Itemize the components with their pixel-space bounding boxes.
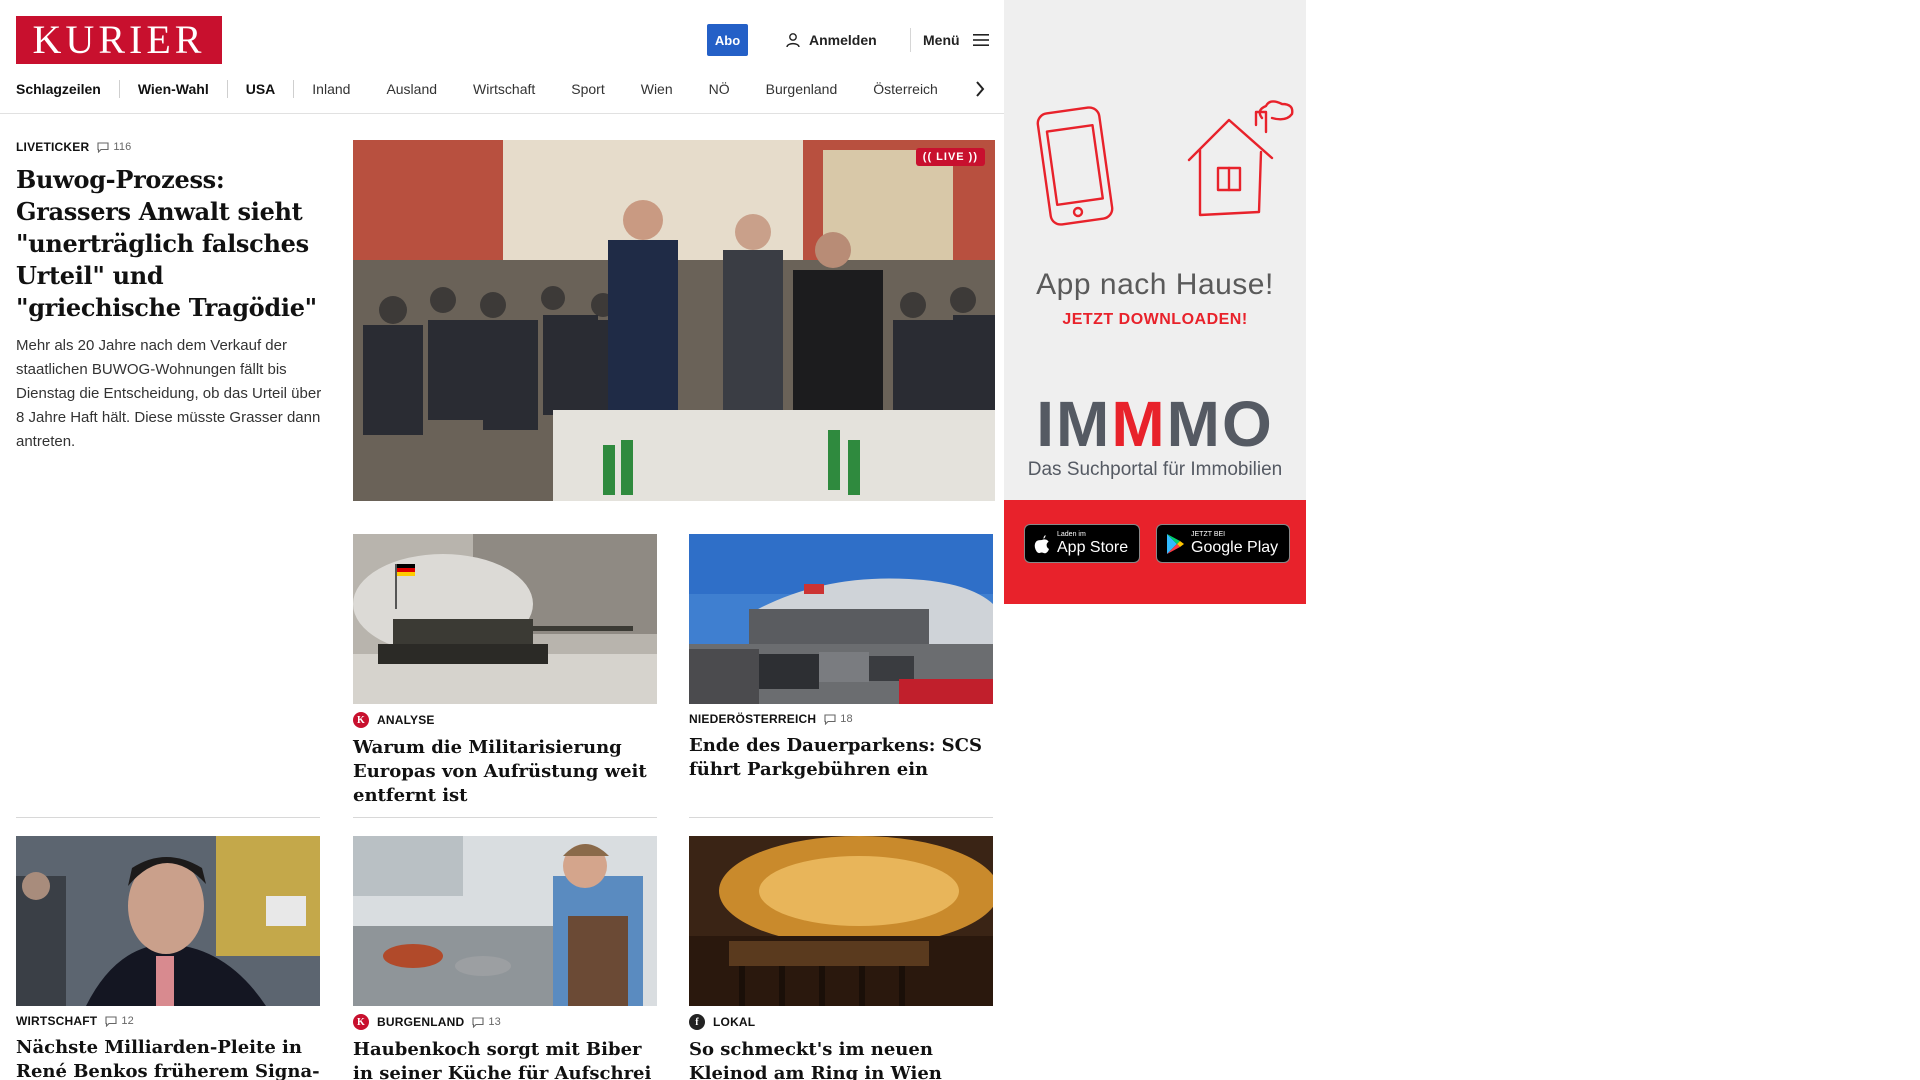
card-image-benko[interactable] xyxy=(16,836,320,1006)
login-button[interactable]: Anmelden xyxy=(785,30,877,50)
immmo-logo-part: IM xyxy=(1036,388,1112,460)
card-kicker: WIRTSCHAFT 12 xyxy=(16,1014,320,1028)
kicker-label: LIVETICKER xyxy=(16,140,90,154)
card-headline[interactable]: Nächste Milliarden-Pleite in René Benkos… xyxy=(16,1036,320,1080)
comment-count[interactable]: 12 xyxy=(105,1015,134,1027)
google-play-label: Google Play xyxy=(1191,538,1279,556)
nav-divider xyxy=(0,113,1004,114)
app-store-label: App Store xyxy=(1057,538,1129,556)
immmo-ad[interactable]: App nach Hause! JETZT DOWNLOADEN! IMMMO … xyxy=(1004,0,1306,604)
card-divider xyxy=(353,817,657,818)
app-store-small-label: Laden im xyxy=(1057,530,1086,538)
card-kicker: K ANALYSE xyxy=(353,712,657,728)
nav-item-oesterreich[interactable]: Österreich xyxy=(855,81,956,97)
parking-lot-photo xyxy=(689,534,993,704)
kurier-logo[interactable]: KURIER xyxy=(16,16,222,64)
nav-scroll-right[interactable] xyxy=(971,79,989,99)
nav-item-ausland[interactable]: Ausland xyxy=(368,81,455,97)
card-headline[interactable]: So schmeckt's im neuen Kleinod am Ring i… xyxy=(689,1038,993,1080)
falstaff-icon: f xyxy=(689,1014,705,1030)
card-kicker: NIEDERÖSTERREICH 18 xyxy=(689,712,993,726)
kicker-label: LOKAL xyxy=(713,1015,756,1029)
card-haubenkoch[interactable]: K BURGENLAND 13 Haubenkoch sorgt mit Bib… xyxy=(353,1014,657,1080)
immmo-logo-accent: M xyxy=(1111,388,1167,460)
hamburger-icon xyxy=(972,34,989,46)
comment-icon xyxy=(97,141,109,153)
nav-item-inland[interactable]: Inland xyxy=(294,81,368,97)
house-icon xyxy=(1187,100,1294,217)
card-headline[interactable]: Haubenkoch sorgt mit Biber in seiner Küc… xyxy=(353,1038,657,1080)
comment-count-value: 12 xyxy=(121,1015,134,1027)
lead-image[interactable]: (( LIVE )) xyxy=(353,140,995,501)
card-divider xyxy=(16,817,320,818)
comment-count[interactable]: 13 xyxy=(472,1016,501,1028)
card-headline[interactable]: Warum die Militarisierung Europas von Au… xyxy=(353,736,657,808)
menu-button[interactable]: Menü xyxy=(923,30,990,50)
lead-article[interactable]: LIVETICKER 116 Buwog-Prozess: Grassers A… xyxy=(16,140,322,454)
nav-item-wirtschaft[interactable]: Wirtschaft xyxy=(455,81,553,97)
immmo-tagline: Das Suchportal für Immobilien xyxy=(1027,459,1283,480)
lead-kicker: LIVETICKER 116 xyxy=(16,140,322,154)
card-image-scs[interactable] xyxy=(689,534,993,704)
google-play-small-label: JETZT BEI xyxy=(1191,530,1226,538)
comment-icon xyxy=(472,1016,484,1028)
courtroom-photo xyxy=(353,140,995,501)
immmo-logo-part: MO xyxy=(1166,388,1274,460)
nav-item-schlagzeilen[interactable]: Schlagzeilen xyxy=(16,81,119,97)
card-image-analyse[interactable] xyxy=(353,534,657,704)
card-kicker: K BURGENLAND 13 xyxy=(353,1014,657,1030)
main-nav: Schlagzeilen Wien-Wahl USA Inland Auslan… xyxy=(16,78,956,100)
abo-button[interactable]: Abo xyxy=(707,24,748,56)
immmo-logo: IMMMO xyxy=(1018,392,1292,456)
comment-count[interactable]: 116 xyxy=(97,141,131,153)
card-scs[interactable]: NIEDERÖSTERREICH 18 Ende des Dauerparken… xyxy=(689,712,993,782)
card-kleinod[interactable]: f LOKAL So schmeckt's im neuen Kleinod a… xyxy=(689,1014,993,1080)
comment-count[interactable]: 18 xyxy=(824,713,853,725)
lead-headline[interactable]: Buwog-Prozess: Grassers Anwalt sieht "un… xyxy=(16,164,322,324)
chevron-right-icon xyxy=(976,81,985,97)
nav-item-wien-wahl[interactable]: Wien-Wahl xyxy=(120,81,227,97)
kicker-label: NIEDERÖSTERREICH xyxy=(689,712,817,726)
login-label: Anmelden xyxy=(809,32,877,48)
card-divider xyxy=(689,817,993,818)
comment-count-value: 13 xyxy=(488,1016,501,1028)
nav-item-burgenland[interactable]: Burgenland xyxy=(748,81,856,97)
kitchen-photo xyxy=(353,836,657,1006)
kicker-label: BURGENLAND xyxy=(377,1015,465,1029)
card-benko[interactable]: WIRTSCHAFT 12 Nächste Milliarden-Pleite … xyxy=(16,1014,320,1080)
card-image-haubenkoch[interactable] xyxy=(353,836,657,1006)
nav-item-noe[interactable]: NÖ xyxy=(691,81,748,97)
user-icon xyxy=(786,33,800,48)
card-headline[interactable]: Ende des Dauerparkens: SCS führt Parkgeb… xyxy=(689,734,993,782)
nav-item-wien[interactable]: Wien xyxy=(623,81,691,97)
tank-photo xyxy=(353,534,657,704)
google-play-icon xyxy=(1167,533,1184,554)
kicker-label: ANALYSE xyxy=(377,713,435,727)
google-play-button[interactable]: JETZT BEI Google Play xyxy=(1156,524,1290,563)
card-image-kleinod[interactable] xyxy=(689,836,993,1006)
card-kicker: f LOKAL xyxy=(689,1014,993,1030)
kurier-plus-icon: K xyxy=(353,712,369,728)
comment-count-value: 116 xyxy=(113,141,132,153)
kurier-plus-icon: K xyxy=(353,1014,369,1030)
header-divider xyxy=(910,28,911,52)
app-store-button[interactable]: Laden im App Store xyxy=(1024,524,1140,563)
kicker-label: WIRTSCHAFT xyxy=(16,1014,98,1028)
comment-icon xyxy=(824,713,836,725)
portrait-photo xyxy=(16,836,320,1006)
nav-item-sport[interactable]: Sport xyxy=(553,81,622,97)
lead-teaser: Mehr als 20 Jahre nach dem Verkauf der s… xyxy=(16,337,322,450)
card-analyse[interactable]: K ANALYSE Warum die Militarisierung Euro… xyxy=(353,712,657,808)
live-badge: (( LIVE )) xyxy=(915,148,985,166)
apple-icon xyxy=(1034,534,1049,553)
comment-count-value: 18 xyxy=(840,713,853,725)
menu-label: Menü xyxy=(923,32,960,48)
comment-icon xyxy=(105,1015,117,1027)
restaurant-photo xyxy=(689,836,993,1006)
ad-cta[interactable]: JETZT DOWNLOADEN! xyxy=(1004,311,1306,329)
nav-item-usa[interactable]: USA xyxy=(228,81,294,97)
ad-title: App nach Hause! xyxy=(1036,268,1274,301)
